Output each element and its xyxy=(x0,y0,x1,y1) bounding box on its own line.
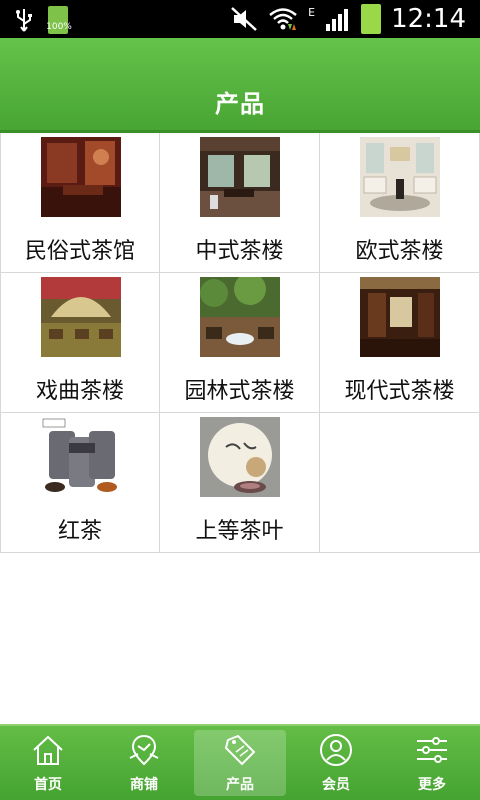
mute-icon xyxy=(231,7,257,31)
garden-teahouse-photo xyxy=(200,277,280,357)
nav-shops-label: 商铺 xyxy=(130,777,158,793)
product-item-premium-tea[interactable]: 上等茶叶 xyxy=(160,413,320,553)
product-label: 上等茶叶 xyxy=(195,519,284,544)
page-title: 产品 xyxy=(215,90,265,118)
nav-more[interactable]: 更多 xyxy=(384,726,480,800)
status-bar: 100% E 12:14 xyxy=(0,0,480,38)
signal-icon xyxy=(326,9,349,31)
clock: 12:14 xyxy=(391,4,466,34)
product-label: 红茶 xyxy=(57,519,102,544)
nav-members-label: 会员 xyxy=(322,777,350,793)
product-label: 现代式茶楼 xyxy=(344,379,455,404)
app-header: 产品 xyxy=(0,38,480,133)
nav-products[interactable]: 产品 xyxy=(192,726,288,800)
battery-small-icon: 100% xyxy=(46,6,72,34)
sale-tag-icon xyxy=(224,734,256,766)
product-label: 欧式茶楼 xyxy=(355,239,444,264)
network-type-label: E xyxy=(308,6,316,19)
nav-more-label: 更多 xyxy=(418,777,446,793)
product-label: 戏曲茶楼 xyxy=(35,379,124,404)
product-label: 中式茶楼 xyxy=(195,239,284,264)
product-item-black-tea[interactable]: 红茶 xyxy=(0,413,160,553)
product-label: 民俗式茶馆 xyxy=(24,239,135,264)
product-label: 园林式茶楼 xyxy=(184,379,295,404)
modern-teahouse-photo xyxy=(360,277,440,357)
product-item-european-teahouse[interactable]: 欧式茶楼 xyxy=(320,133,480,273)
product-item-opera-teahouse[interactable]: 戏曲茶楼 xyxy=(0,273,160,413)
product-item-folk-teahouse[interactable]: 民俗式茶馆 xyxy=(0,133,160,273)
settings-sliders-icon xyxy=(417,737,447,763)
map-pin-icon xyxy=(129,734,159,766)
nav-home-label: 首页 xyxy=(34,777,62,793)
folk-teahouse-photo xyxy=(41,137,121,217)
chinese-teahouse-photo xyxy=(200,137,280,217)
bottom-nav: 首页 商铺 产品 会员 更多 xyxy=(0,724,480,800)
opera-teahouse-photo xyxy=(41,277,121,357)
nav-products-label: 产品 xyxy=(226,777,254,793)
nav-members[interactable]: 会员 xyxy=(288,726,384,800)
wifi-icon xyxy=(269,8,297,30)
product-item-modern-teahouse[interactable]: 现代式茶楼 xyxy=(320,273,480,413)
empty-grid-cell xyxy=(320,413,480,553)
premium-tea-photo xyxy=(200,417,280,497)
european-teahouse-photo xyxy=(360,137,440,217)
battery-small-percent: 100% xyxy=(46,22,72,32)
product-item-chinese-teahouse[interactable]: 中式茶楼 xyxy=(160,133,320,273)
home-icon xyxy=(33,735,63,765)
nav-shops[interactable]: 商铺 xyxy=(96,726,192,800)
black-tea-photo xyxy=(41,417,121,497)
nav-home[interactable]: 首页 xyxy=(0,726,96,800)
product-grid: 民俗式茶馆 中式茶楼 欧式茶楼 戏曲茶楼 园林式茶楼 现代式茶楼 红茶 上等茶叶 xyxy=(0,133,480,553)
user-icon xyxy=(320,734,352,766)
battery-icon xyxy=(361,4,382,34)
product-item-garden-teahouse[interactable]: 园林式茶楼 xyxy=(160,273,320,413)
usb-icon xyxy=(16,9,32,32)
